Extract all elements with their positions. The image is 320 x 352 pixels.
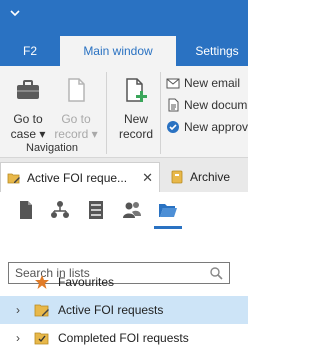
tab-main-window[interactable]: Main window [60,36,176,66]
ribbon-separator [160,72,161,154]
new-record-label-1: New [123,112,148,126]
approval-icon [167,121,179,133]
go-to-case-button[interactable]: Go to case ▾ [6,76,50,142]
chevron-right-icon[interactable]: › [8,303,28,317]
new-document-label: New docum [184,98,248,112]
document-icon [168,98,179,112]
close-icon[interactable]: ✕ [142,170,153,186]
document-list-icon[interactable] [16,200,36,220]
new-email-label: New email [184,76,241,90]
new-approval-button[interactable]: New approv [166,118,248,136]
collapse-chevron-icon[interactable] [8,6,22,20]
cabinet-icon[interactable] [86,200,106,220]
new-email-button[interactable]: New email [166,74,240,92]
tree-item-label: Favourites [58,275,115,289]
doc-tab-label: Active FOI reque... [27,170,128,185]
briefcase-icon [17,80,39,99]
tree-item-label: Active FOI requests [58,303,164,317]
doc-tab-archive[interactable]: Archive [164,162,254,192]
go-to-record-button[interactable]: Go to record ▾ [52,76,100,142]
doc-tab-active-foi[interactable]: Active FOI reque... ✕ [0,162,160,192]
go-to-record-label-2: record ▾ [54,127,98,141]
go-to-case-label-2: case ▾ [10,127,46,141]
star-icon [35,275,49,289]
new-document-button[interactable]: New docum [166,96,247,114]
org-chart-icon[interactable] [50,200,70,220]
folder-edit-icon [7,173,20,183]
archive-icon [171,170,183,184]
tree-item-active-foi[interactable]: › Active FOI requests [0,296,248,324]
new-record-button[interactable]: New record [114,76,158,142]
folder-edit-icon [34,304,49,317]
new-record-label-2: record [118,127,153,141]
contacts-icon[interactable] [122,200,142,220]
tree-item-favourites[interactable]: Favourites [0,268,248,296]
tree-item-label: Completed FOI requests [58,331,189,345]
selected-indicator [154,226,182,229]
go-to-record-label-1: Go to [61,112,91,126]
ribbon-separator [106,72,107,154]
folder-open-icon[interactable] [158,200,178,220]
tab-settings[interactable]: Settings [182,36,252,66]
tab-f2[interactable]: F2 [0,36,60,66]
record-icon [68,78,85,102]
new-record-icon [126,78,147,102]
tree-item-completed-foi[interactable]: › Completed FOI requests [0,324,248,352]
mail-icon [166,78,180,89]
folder-check-icon [34,332,49,345]
chevron-right-icon[interactable]: › [8,331,28,345]
new-approval-label: New approv [184,120,249,134]
doc-tab-label: Archive [190,170,231,184]
navigation-group-label: Navigation [26,142,78,154]
go-to-case-label-1: Go to [13,112,43,126]
